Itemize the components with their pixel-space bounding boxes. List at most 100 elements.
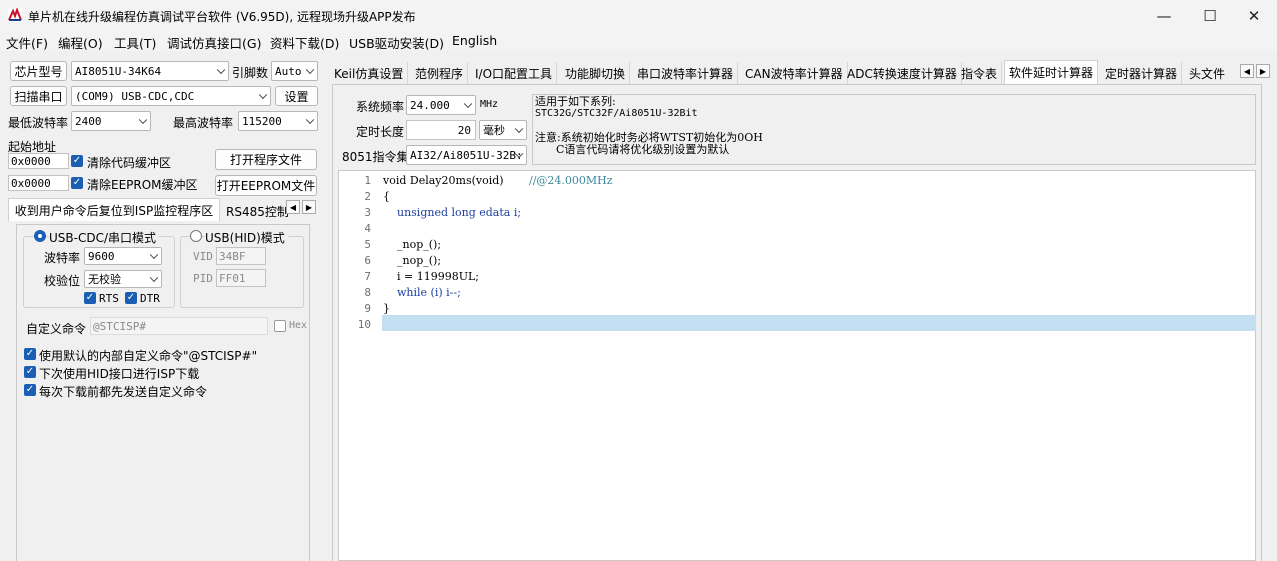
tab-adc-speed[interactable]: ADC转换速度计算器 (843, 62, 962, 84)
chevron-down-icon (149, 250, 159, 260)
hid-next-label: 下次使用HID接口进行ISP下载 (39, 367, 200, 381)
tab-timer-calc[interactable]: 定时器计算器 (1101, 62, 1183, 84)
time-input[interactable]: 20 (406, 120, 476, 140)
tab-delay-calc[interactable]: 软件延时计算器 (1004, 60, 1099, 84)
min-baud-value: 2400 (75, 114, 102, 128)
baud-value: 9600 (88, 249, 115, 263)
iset-label: 8051指令集 (342, 150, 409, 164)
send-custom-label: 每次下载前都先发送自定义命令 (39, 385, 208, 399)
iset-value: AI32/Ai8051U-32B: (410, 148, 523, 162)
clear-code-label: 清除代码缓冲区 (87, 156, 172, 170)
current-line-highlight (382, 315, 1256, 331)
app-logo-icon (8, 8, 22, 22)
chevron-down-icon (216, 65, 226, 75)
eeprom-address-input[interactable]: 0x0000 (8, 175, 69, 191)
chip-model-select[interactable]: AI8051U-34K64 (71, 61, 229, 81)
time-value: 20 (457, 123, 471, 137)
menu-english[interactable]: English (452, 33, 497, 48)
pid-value: FF01 (219, 271, 246, 285)
tab-headers-label: 头文件 (1189, 66, 1226, 81)
default-command-label: 使用默认的内部自定义命令"@STCISP#" (39, 349, 258, 363)
tab-rs485[interactable]: RS485控制 (226, 203, 289, 220)
code-editor[interactable]: 1 2 3 4 5 6 7 8 9 10 void Delay20ms(void… (338, 170, 1256, 561)
menu-download[interactable]: 资料下载(D) (270, 33, 339, 52)
right-tab-scroll-right-icon[interactable]: ▶ (1256, 64, 1270, 78)
info-line-2: STC32G/STC32F/Ai8051U-32Bit (535, 108, 698, 119)
usb-cdc-radio[interactable] (34, 230, 46, 242)
freq-select[interactable]: 24.000 (406, 95, 476, 115)
chevron-down-icon (305, 65, 315, 75)
rts-label: RTS (99, 292, 119, 305)
pins-select[interactable]: Auto (271, 61, 318, 81)
minimize-button[interactable]: — (1141, 0, 1187, 31)
tab-isp-reset[interactable]: 收到用户命令后复位到ISP监控程序区 (8, 198, 220, 221)
info-line-1: 适用于如下系列: (535, 95, 616, 108)
line-number: 9 (364, 302, 371, 315)
chevron-down-icon (305, 115, 315, 125)
menu-debug[interactable]: 调试仿真接口(G) (167, 33, 261, 52)
iset-select[interactable]: AI32/Ai8051U-32B: (406, 145, 527, 165)
open-eeprom-button[interactable]: 打开EEPROM文件 (215, 175, 317, 196)
tab-scroll-left-icon[interactable]: ◀ (286, 200, 300, 214)
pins-label: 引脚数 (232, 66, 269, 80)
min-baud-select[interactable]: 2400 (71, 111, 151, 131)
settings-button[interactable]: 设置 (275, 86, 318, 106)
chevron-down-icon (463, 99, 473, 109)
vid-input: 34BF (216, 247, 266, 265)
usb-hid-radio[interactable] (190, 230, 202, 242)
tab-pin-switch[interactable]: 功能脚切换 (561, 62, 631, 84)
tab-scroll-right-icon[interactable]: ▶ (302, 200, 316, 214)
tab-instructions[interactable]: 指令表 (957, 62, 1003, 84)
default-command-checkbox[interactable]: ✓ (24, 348, 36, 360)
info-box: 适用于如下系列: STC32G/STC32F/Ai8051U-32Bit 注意:… (532, 94, 1256, 165)
code-line: i = 119998UL; (383, 270, 479, 283)
tab-instructions-label: 指令表 (961, 66, 998, 81)
tab-headers[interactable]: 头文件 (1185, 62, 1229, 84)
parity-select[interactable]: 无校验 (84, 270, 162, 288)
close-button[interactable]: ✕ (1231, 0, 1277, 31)
time-unit-select[interactable]: 毫秒 (479, 120, 527, 140)
dtr-checkbox[interactable]: ✓ (125, 292, 137, 304)
tab-examples[interactable]: 范例程序 (411, 62, 469, 84)
tab-delay-calc-label: 软件延时计算器 (1009, 66, 1094, 80)
line-number: 3 (364, 206, 371, 219)
code-line: _nop_(); (383, 238, 442, 251)
tab-keil[interactable]: Keil仿真设置 (330, 62, 409, 84)
menu-tools[interactable]: 工具(T) (114, 33, 156, 52)
rts-checkbox[interactable]: ✓ (84, 292, 96, 304)
tab-io-config-label: I/O口配置工具 (475, 66, 553, 81)
port-select[interactable]: (COM9) USB-CDC,CDC (71, 86, 271, 106)
menu-file[interactable]: 文件(F) (6, 33, 48, 52)
min-baud-label: 最低波特率 (8, 116, 69, 130)
menu-usb-driver[interactable]: USB驱动安装(D) (349, 33, 444, 52)
time-unit-value: 毫秒 (483, 124, 505, 137)
code-address-value: 0x0000 (11, 154, 51, 168)
open-program-button[interactable]: 打开程序文件 (215, 149, 317, 170)
tab-can-baud[interactable]: CAN波特率计算器 (741, 62, 848, 84)
menu-program[interactable]: 编程(O) (58, 33, 103, 52)
clear-code-checkbox[interactable]: ✓ (71, 155, 83, 167)
baud-select[interactable]: 9600 (84, 247, 162, 265)
line-number: 4 (364, 222, 371, 235)
chip-model-button[interactable]: 芯片型号 (10, 61, 67, 81)
tab-adc-speed-label: ADC转换速度计算器 (847, 66, 957, 81)
line-number: 2 (364, 190, 371, 203)
code-address-input[interactable]: 0x0000 (8, 153, 69, 169)
hex-checkbox[interactable] (274, 320, 286, 332)
custom-command-label: 自定义命令 (26, 322, 87, 336)
clear-eeprom-checkbox[interactable]: ✓ (71, 177, 83, 189)
right-tab-scroll-left-icon[interactable]: ◀ (1240, 64, 1254, 78)
max-baud-select[interactable]: 115200 (238, 111, 318, 131)
usb-hid-label: USB(HID)模式 (205, 229, 288, 246)
maximize-icon: ☐ (1203, 6, 1217, 25)
maximize-button[interactable]: ☐ (1187, 0, 1233, 31)
tab-uart-baud[interactable]: 串口波特率计算器 (633, 62, 739, 84)
tab-io-config[interactable]: I/O口配置工具 (471, 62, 558, 84)
hid-next-checkbox[interactable]: ✓ (24, 366, 36, 378)
send-custom-checkbox[interactable]: ✓ (24, 384, 36, 396)
scan-port-button[interactable]: 扫描串口 (10, 86, 67, 106)
line-number: 6 (364, 254, 371, 267)
pid-label: PID (193, 272, 213, 285)
dtr-label: DTR (140, 292, 160, 305)
freq-unit: MHz (480, 99, 499, 110)
